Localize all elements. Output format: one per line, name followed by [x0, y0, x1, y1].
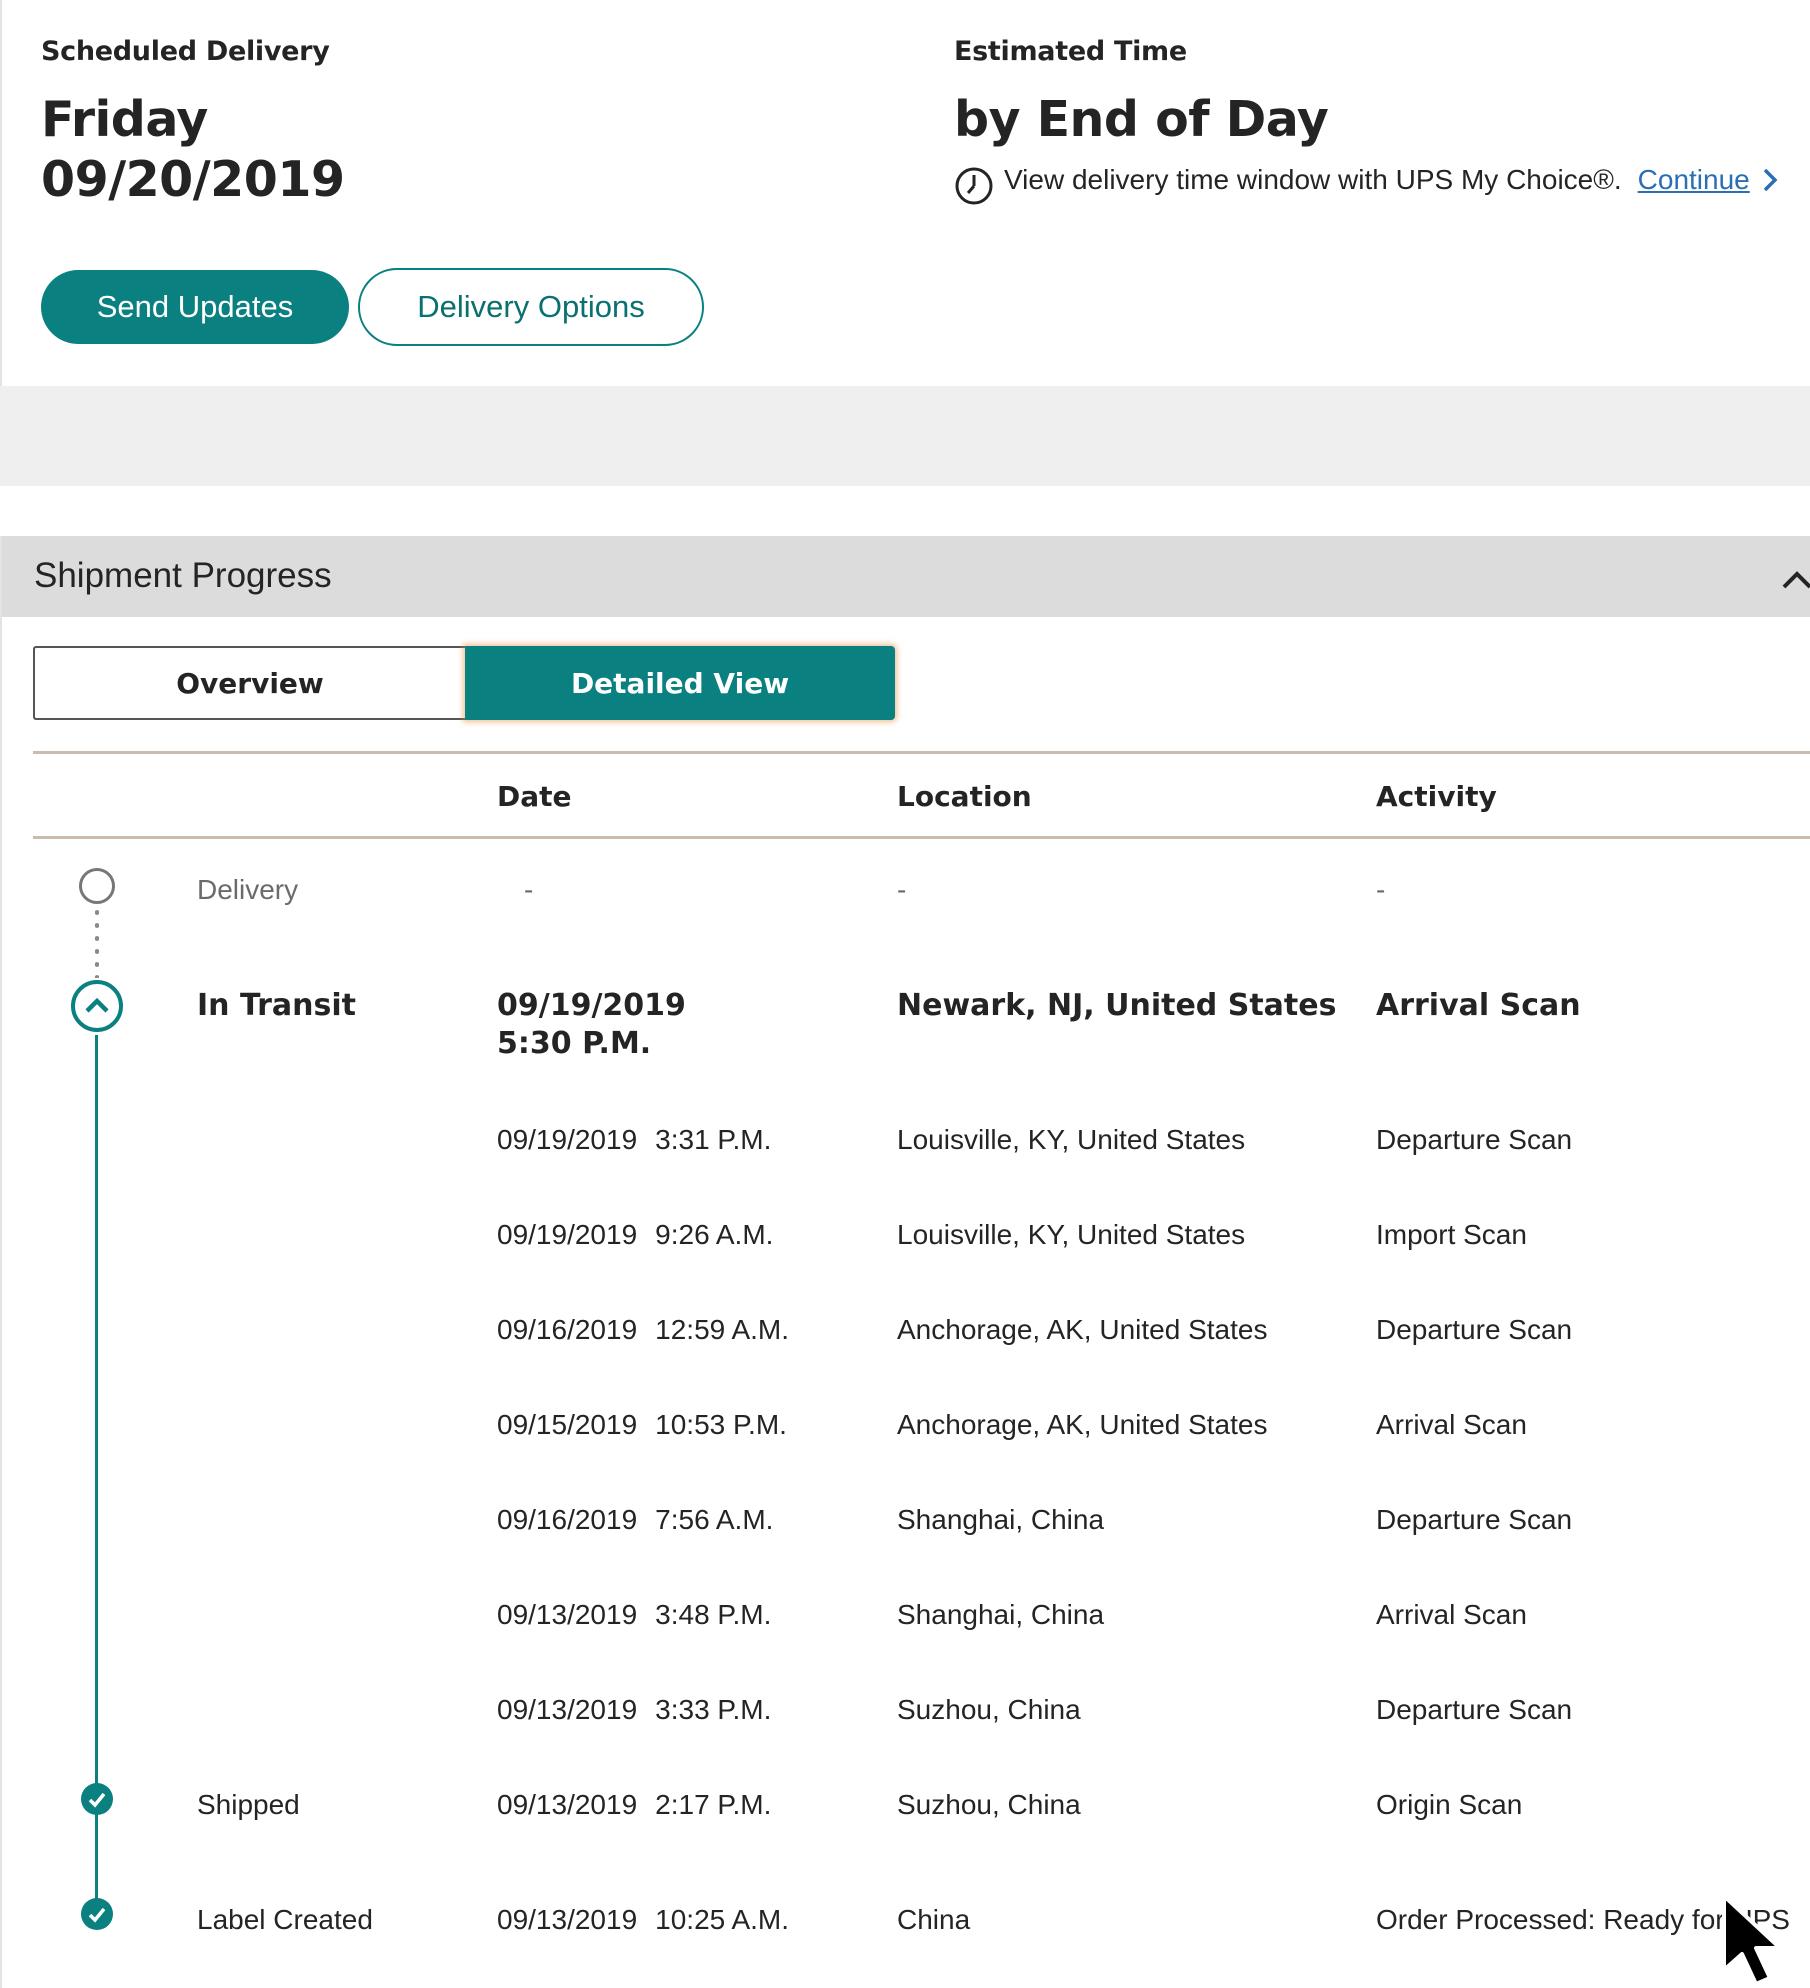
- row-activity: Origin Scan: [1376, 1789, 1523, 1820]
- row-location: Newark, NJ, United States: [897, 988, 1337, 1023]
- row-date: 09/13/2019 3:48 P.M.: [497, 1599, 772, 1630]
- delivery-date: 09/20/2019: [41, 151, 345, 208]
- row-date: 09/19/2019 5:30 P.M.: [497, 988, 686, 1061]
- timeline-pending-circle-icon: [79, 868, 115, 904]
- row-location: China: [897, 1904, 971, 1935]
- row-location: Anchorage, AK, United States: [897, 1409, 1268, 1440]
- row-status-shipped: Shipped: [197, 1789, 300, 1820]
- row-location: Shanghai, China: [897, 1599, 1105, 1630]
- clock-icon: [955, 167, 993, 205]
- row-location: Shanghai, China: [897, 1504, 1105, 1535]
- collapse-chevron-up-icon[interactable]: [1780, 566, 1810, 596]
- row-date: 09/15/2019 10:53 P.M.: [497, 1409, 787, 1440]
- row-date: 09/13/2019 2:17 P.M.: [497, 1789, 772, 1820]
- row-location: Louisville, KY, United States: [897, 1219, 1246, 1250]
- row-date: 09/16/2019 12:59 A.M.: [497, 1314, 790, 1345]
- row-activity: Arrival Scan: [1376, 1599, 1527, 1630]
- row-activity: -: [1376, 874, 1386, 905]
- row-location: Louisville, KY, United States: [897, 1124, 1246, 1155]
- timeline-check-icon: [81, 1783, 113, 1815]
- timeline-dotted-connector: [95, 906, 99, 978]
- column-header-date: Date: [497, 780, 572, 813]
- scheduled-delivery-label: Scheduled Delivery: [41, 36, 330, 67]
- estimated-time-value: by End of Day: [954, 91, 1329, 148]
- row-date: 09/19/2019 3:31 P.M.: [497, 1124, 772, 1155]
- row-activity: Import Scan: [1376, 1219, 1527, 1250]
- row-activity: Departure Scan: [1376, 1124, 1573, 1155]
- time-window-note: View delivery time window with UPS My Ch…: [954, 160, 1780, 205]
- mouse-pointer-icon: [1722, 1894, 1782, 1986]
- row-location: Suzhou, China: [897, 1789, 1081, 1820]
- row-date: 09/13/2019 3:33 P.M.: [497, 1694, 772, 1725]
- row-date: 09/13/2019 10:25 A.M.: [497, 1904, 790, 1935]
- timeline-check-icon: [81, 1898, 113, 1930]
- time-window-text: View delivery time window with UPS My Ch…: [1004, 164, 1622, 195]
- row-location: -: [897, 874, 907, 905]
- row-activity: Departure Scan: [1376, 1694, 1573, 1725]
- send-updates-button[interactable]: Send Updates: [41, 270, 349, 344]
- row-status-delivery: Delivery: [197, 874, 299, 905]
- row-activity: Departure Scan: [1376, 1314, 1573, 1345]
- timeline-expand-chevron-icon[interactable]: [71, 980, 123, 1032]
- chevron-right-icon[interactable]: [1760, 166, 1780, 194]
- column-header-activity: Activity: [1376, 780, 1497, 813]
- row-location: Anchorage, AK, United States: [897, 1314, 1268, 1345]
- estimated-time-label: Estimated Time: [954, 36, 1187, 67]
- table-header-rule: [33, 836, 1810, 839]
- row-activity: Arrival Scan: [1376, 1409, 1527, 1440]
- row-location: Suzhou, China: [897, 1694, 1081, 1725]
- row-date: 09/16/2019 7:56 A.M.: [497, 1504, 774, 1535]
- table-top-rule: [33, 751, 1810, 754]
- section-divider-band: [0, 386, 1810, 486]
- tab-detailed-view[interactable]: Detailed View: [465, 646, 895, 720]
- row-status-label-created: Label Created: [197, 1904, 373, 1935]
- continue-link[interactable]: Continue: [1638, 164, 1750, 196]
- row-status-in-transit: In Transit: [197, 988, 357, 1023]
- row-activity: Departure Scan: [1376, 1504, 1573, 1535]
- shipment-progress-title: Shipment Progress: [34, 556, 332, 595]
- tab-overview[interactable]: Overview: [33, 646, 465, 720]
- row-date: 09/19/2019 9:26 A.M.: [497, 1219, 774, 1250]
- shipment-progress-header[interactable]: Shipment Progress: [0, 536, 1810, 617]
- row-date: -: [524, 874, 534, 905]
- row-activity: Arrival Scan: [1376, 988, 1581, 1023]
- delivery-day: Friday: [41, 91, 208, 148]
- shipment-progress-body: [0, 617, 1810, 1988]
- column-header-location: Location: [897, 780, 1032, 813]
- delivery-options-button[interactable]: Delivery Options: [358, 268, 704, 346]
